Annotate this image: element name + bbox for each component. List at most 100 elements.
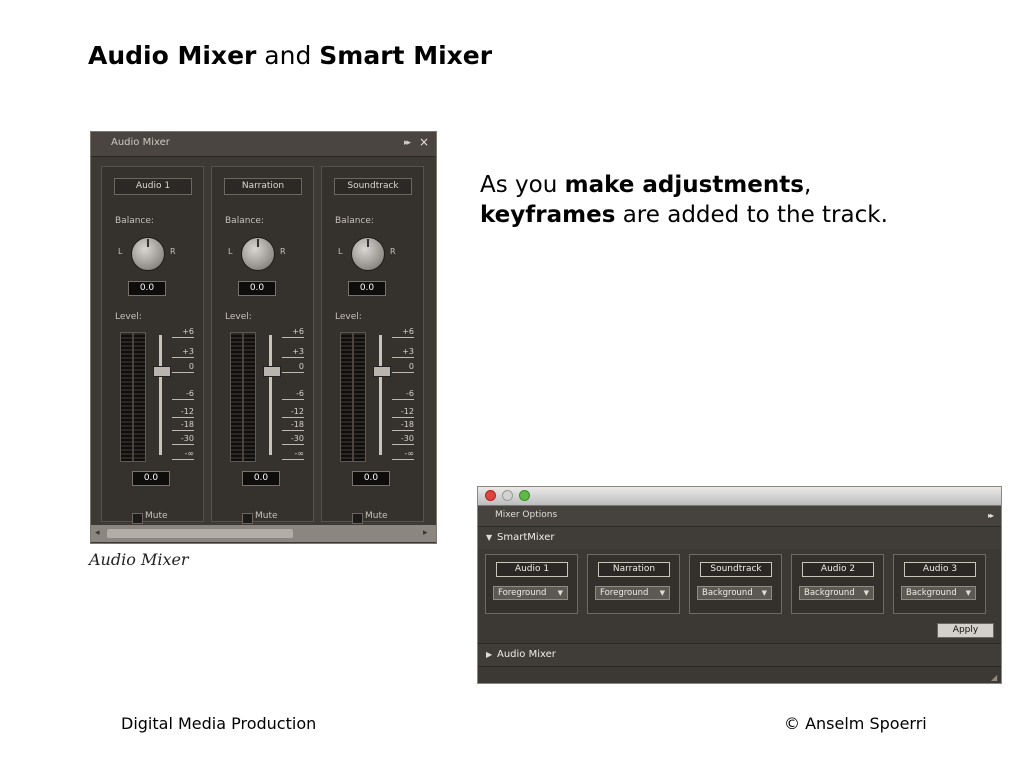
apply-button[interactable]: Apply bbox=[937, 623, 994, 638]
horizontal-scrollbar[interactable]: ◂ ▸ bbox=[91, 525, 436, 542]
slide-body-text: As you make adjustments, keyframes are a… bbox=[480, 170, 888, 230]
level-meter bbox=[340, 332, 366, 462]
balance-knob[interactable] bbox=[351, 237, 385, 271]
balance-knob[interactable] bbox=[241, 237, 275, 271]
scale-tick: +3 bbox=[172, 347, 194, 358]
title-audio-mixer: Audio Mixer bbox=[88, 41, 257, 70]
channel-name: Narration bbox=[224, 178, 302, 195]
balance-value-field[interactable]: 0.0 bbox=[238, 281, 276, 296]
channel-name: Audio 1 bbox=[114, 178, 192, 195]
track-name-button[interactable]: Audio 2 bbox=[802, 562, 874, 577]
panel-menu-icon[interactable]: ▸▸ bbox=[404, 138, 411, 148]
audio-mixer-section-label: Audio Mixer bbox=[497, 649, 556, 660]
level-label: Level: bbox=[335, 312, 362, 322]
audio-mixer-panel-title: Audio Mixer bbox=[111, 137, 170, 148]
level-fader-handle[interactable] bbox=[373, 366, 391, 377]
track-mode-dropdown[interactable]: Background ▼ bbox=[697, 586, 772, 600]
smartmixer-track: Audio 2 Background ▼ bbox=[791, 554, 884, 614]
smartmixer-section-header[interactable]: ▼ SmartMixer bbox=[478, 527, 1001, 549]
level-fader-handle[interactable] bbox=[153, 366, 171, 377]
balance-knob[interactable] bbox=[131, 237, 165, 271]
channel-name: Soundtrack bbox=[334, 178, 412, 195]
body-line1-bold: make adjustments bbox=[564, 172, 804, 198]
zoom-window-icon[interactable] bbox=[519, 490, 530, 501]
mute-checkbox[interactable] bbox=[242, 513, 253, 524]
scale-tick: -30 bbox=[392, 434, 414, 445]
track-mode-value: Foreground bbox=[498, 588, 547, 598]
balance-left-label: L bbox=[118, 247, 123, 256]
resize-grip-icon[interactable]: ◢ bbox=[991, 673, 997, 682]
dropdown-arrow-icon: ▼ bbox=[965, 589, 971, 597]
scroll-left-arrow-icon[interactable]: ◂ bbox=[95, 528, 100, 538]
panel-menu-icon[interactable]: ▸▸ bbox=[988, 511, 994, 520]
scale-tick: -6 bbox=[282, 389, 304, 400]
track-mode-value: Background bbox=[906, 588, 957, 598]
smartmixer-track: Soundtrack Background ▼ bbox=[689, 554, 782, 614]
mute-checkbox[interactable] bbox=[352, 513, 363, 524]
track-name-button[interactable]: Audio 3 bbox=[904, 562, 976, 577]
level-fader-handle[interactable] bbox=[263, 366, 281, 377]
track-mode-value: Foreground bbox=[600, 588, 649, 598]
balance-right-label: R bbox=[390, 247, 396, 256]
body-line2-bold: keyframes bbox=[480, 202, 616, 228]
level-value-field[interactable]: 0.0 bbox=[132, 471, 170, 486]
body-line2-suffix: are added to the track. bbox=[615, 202, 888, 228]
scale-tick: +6 bbox=[392, 327, 414, 338]
mixer-options-bar: Mixer Options ▸▸ bbox=[478, 506, 1001, 527]
disclosure-down-icon[interactable]: ▼ bbox=[486, 533, 492, 542]
audio-mixer-channels: Audio 1 Balance: L R 0.0 Level: +6 +3 0 … bbox=[101, 166, 429, 524]
scale-tick: -∞ bbox=[392, 449, 414, 460]
mute-checkbox[interactable] bbox=[132, 513, 143, 524]
close-window-icon[interactable] bbox=[485, 490, 496, 501]
track-mode-value: Background bbox=[804, 588, 855, 598]
audio-mixer-section-header[interactable]: ▶ Audio Mixer bbox=[478, 644, 1001, 666]
balance-right-label: R bbox=[170, 247, 176, 256]
track-name-button[interactable]: Soundtrack bbox=[700, 562, 772, 577]
track-mode-dropdown[interactable]: Background ▼ bbox=[799, 586, 874, 600]
title-smart-mixer: Smart Mixer bbox=[319, 41, 493, 70]
scale-tick: +3 bbox=[392, 347, 414, 358]
level-meter bbox=[230, 332, 256, 462]
scale-tick: -∞ bbox=[172, 449, 194, 460]
level-label: Level: bbox=[225, 312, 252, 322]
level-label: Level: bbox=[115, 312, 142, 322]
scale-tick: 0 bbox=[392, 362, 414, 373]
audio-mixer-caption: Audio Mixer bbox=[89, 550, 189, 569]
dropdown-arrow-icon: ▼ bbox=[557, 589, 563, 597]
smartmixer-track: Audio 1 Foreground ▼ bbox=[485, 554, 578, 614]
mute-label: Mute bbox=[145, 511, 168, 521]
track-mode-dropdown[interactable]: Background ▼ bbox=[901, 586, 976, 600]
fader-track bbox=[159, 335, 162, 455]
scale-tick: -∞ bbox=[282, 449, 304, 460]
track-name-button[interactable]: Audio 1 bbox=[496, 562, 568, 577]
mixer-options-label[interactable]: Mixer Options bbox=[495, 510, 557, 520]
window-titlebar[interactable] bbox=[478, 487, 1001, 506]
level-value-field[interactable]: 0.0 bbox=[242, 471, 280, 486]
balance-right-label: R bbox=[280, 247, 286, 256]
level-value-field[interactable]: 0.0 bbox=[352, 471, 390, 486]
track-name-button[interactable]: Narration bbox=[598, 562, 670, 577]
smartmixer-track: Audio 3 Background ▼ bbox=[893, 554, 986, 614]
scale-tick: -18 bbox=[172, 420, 194, 431]
balance-value-field[interactable]: 0.0 bbox=[128, 281, 166, 296]
body-line1-prefix: As you bbox=[480, 172, 565, 198]
disclosure-right-icon[interactable]: ▶ bbox=[486, 650, 492, 659]
audio-mixer-panel: Audio Mixer ▸▸ × Audio 1 Balance: L R 0.… bbox=[90, 131, 437, 544]
track-mode-dropdown[interactable]: Foreground ▼ bbox=[595, 586, 670, 600]
balance-label: Balance: bbox=[225, 216, 264, 226]
footer-course-title: Digital Media Production bbox=[121, 714, 317, 733]
balance-left-label: L bbox=[228, 247, 233, 256]
smartmixer-section-label: SmartMixer bbox=[497, 532, 555, 543]
scrollbar-thumb[interactable] bbox=[107, 529, 293, 538]
close-icon[interactable]: × bbox=[419, 135, 429, 149]
minimize-window-icon[interactable] bbox=[502, 490, 513, 501]
scale-tick: +6 bbox=[282, 327, 304, 338]
level-meter bbox=[120, 332, 146, 462]
track-mode-dropdown[interactable]: Foreground ▼ bbox=[493, 586, 568, 600]
balance-left-label: L bbox=[338, 247, 343, 256]
scale-tick: -18 bbox=[282, 420, 304, 431]
balance-value-field[interactable]: 0.0 bbox=[348, 281, 386, 296]
scroll-right-arrow-icon[interactable]: ▸ bbox=[423, 528, 428, 538]
channel-strip-soundtrack: Soundtrack Balance: L R 0.0 Level: +6 +3… bbox=[321, 166, 424, 524]
balance-label: Balance: bbox=[115, 216, 154, 226]
